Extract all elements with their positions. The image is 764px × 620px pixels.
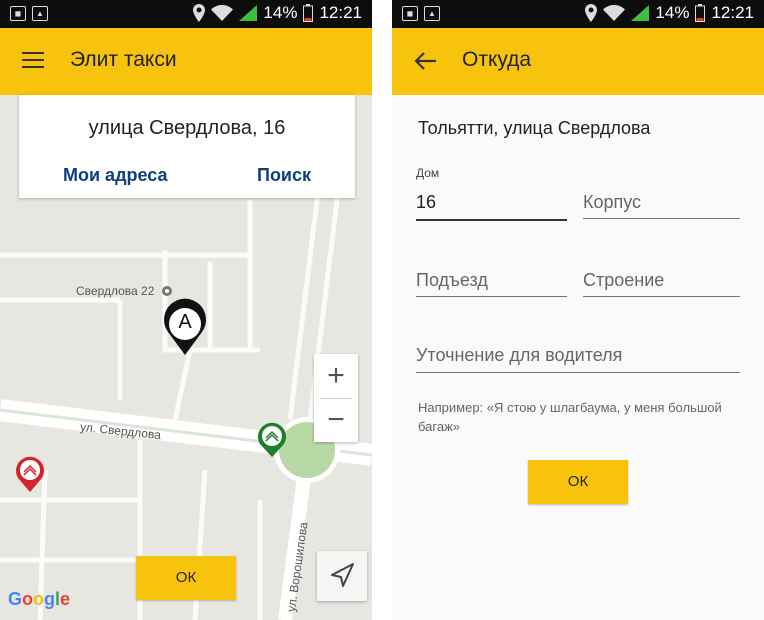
signal-icon bbox=[239, 5, 258, 21]
ok-button[interactable]: ОК bbox=[528, 460, 628, 504]
wifi-icon bbox=[211, 5, 234, 21]
image-notification-icon: ▲ bbox=[32, 6, 48, 21]
signal-icon bbox=[631, 5, 650, 21]
search-link[interactable]: Поиск bbox=[257, 165, 311, 186]
screen-title: Откуда bbox=[462, 48, 532, 71]
wifi-icon bbox=[603, 5, 626, 21]
house-label: Дом bbox=[416, 166, 440, 180]
entrance-field[interactable]: Подъезд bbox=[416, 250, 567, 297]
image-notification-icon: ▲ bbox=[424, 6, 440, 21]
map-screen: ◼ ▲ 14% 12:21 Элит такси Свердлова 22 ул… bbox=[0, 0, 372, 620]
zoom-in-button[interactable]: + bbox=[314, 354, 358, 398]
location-icon bbox=[193, 4, 206, 22]
house-field[interactable]: Дом 16 bbox=[416, 166, 567, 221]
app-bar: Элит такси bbox=[0, 28, 372, 95]
clock: 12:21 bbox=[711, 3, 754, 22]
status-bar: ◼ ▲ 14% 12:21 bbox=[0, 0, 372, 28]
building-field[interactable]: Корпус bbox=[583, 166, 740, 219]
app-title: Элит такси bbox=[70, 48, 177, 71]
ok-button[interactable]: ОК bbox=[136, 556, 236, 600]
structure-underline bbox=[583, 296, 740, 297]
entrance-underline bbox=[416, 296, 567, 297]
hamburger-menu-icon[interactable] bbox=[22, 52, 44, 70]
battery-icon bbox=[303, 4, 314, 22]
structure-placeholder: Строение bbox=[583, 270, 665, 290]
building-underline bbox=[583, 218, 740, 219]
notification-icon: ◼ bbox=[402, 6, 418, 21]
google-logo: Google bbox=[8, 589, 71, 609]
address-card: улица Свердлова, 16 Мои адреса Поиск bbox=[19, 95, 355, 198]
city-street-label: Тольятти, улица Свердлова bbox=[418, 118, 651, 138]
clock: 12:21 bbox=[319, 3, 362, 22]
battery-percent: 14% bbox=[655, 3, 690, 22]
zoom-out-button[interactable]: − bbox=[314, 398, 358, 442]
battery-percent: 14% bbox=[263, 3, 298, 22]
house-input-value: 16 bbox=[416, 192, 437, 212]
driver-note-field[interactable]: Уточнение для водителя bbox=[416, 325, 740, 373]
navigation-arrow-icon bbox=[331, 563, 354, 587]
hint-text: Например: «Я стою у шлагбаума, у меня бо… bbox=[418, 400, 722, 434]
zoom-controls: + − bbox=[314, 354, 358, 442]
poi-label: Свердлова 22 bbox=[76, 284, 155, 298]
battery-icon bbox=[695, 4, 706, 22]
notification-icon: ◼ bbox=[10, 6, 26, 21]
building-placeholder: Корпус bbox=[583, 192, 642, 212]
structure-field[interactable]: Строение bbox=[583, 250, 740, 297]
house-underline bbox=[416, 219, 567, 221]
address-form-screen: ◼ ▲ 14% 12:21 Откуда Тольятти, улица Све… bbox=[392, 0, 764, 620]
app-bar: Откуда bbox=[392, 28, 764, 95]
my-location-button[interactable] bbox=[317, 551, 367, 601]
pickup-address: улица Свердлова, 16 bbox=[88, 117, 286, 139]
status-bar: ◼ ▲ 14% 12:21 bbox=[392, 0, 764, 28]
entrance-placeholder: Подъезд bbox=[416, 270, 488, 290]
driver-note-placeholder: Уточнение для водителя bbox=[416, 345, 623, 365]
my-addresses-link[interactable]: Мои адреса bbox=[63, 165, 168, 186]
driver-note-underline bbox=[416, 372, 740, 373]
back-arrow-icon[interactable] bbox=[412, 50, 438, 72]
marker-a-label: A bbox=[178, 311, 192, 333]
location-icon bbox=[585, 4, 598, 22]
